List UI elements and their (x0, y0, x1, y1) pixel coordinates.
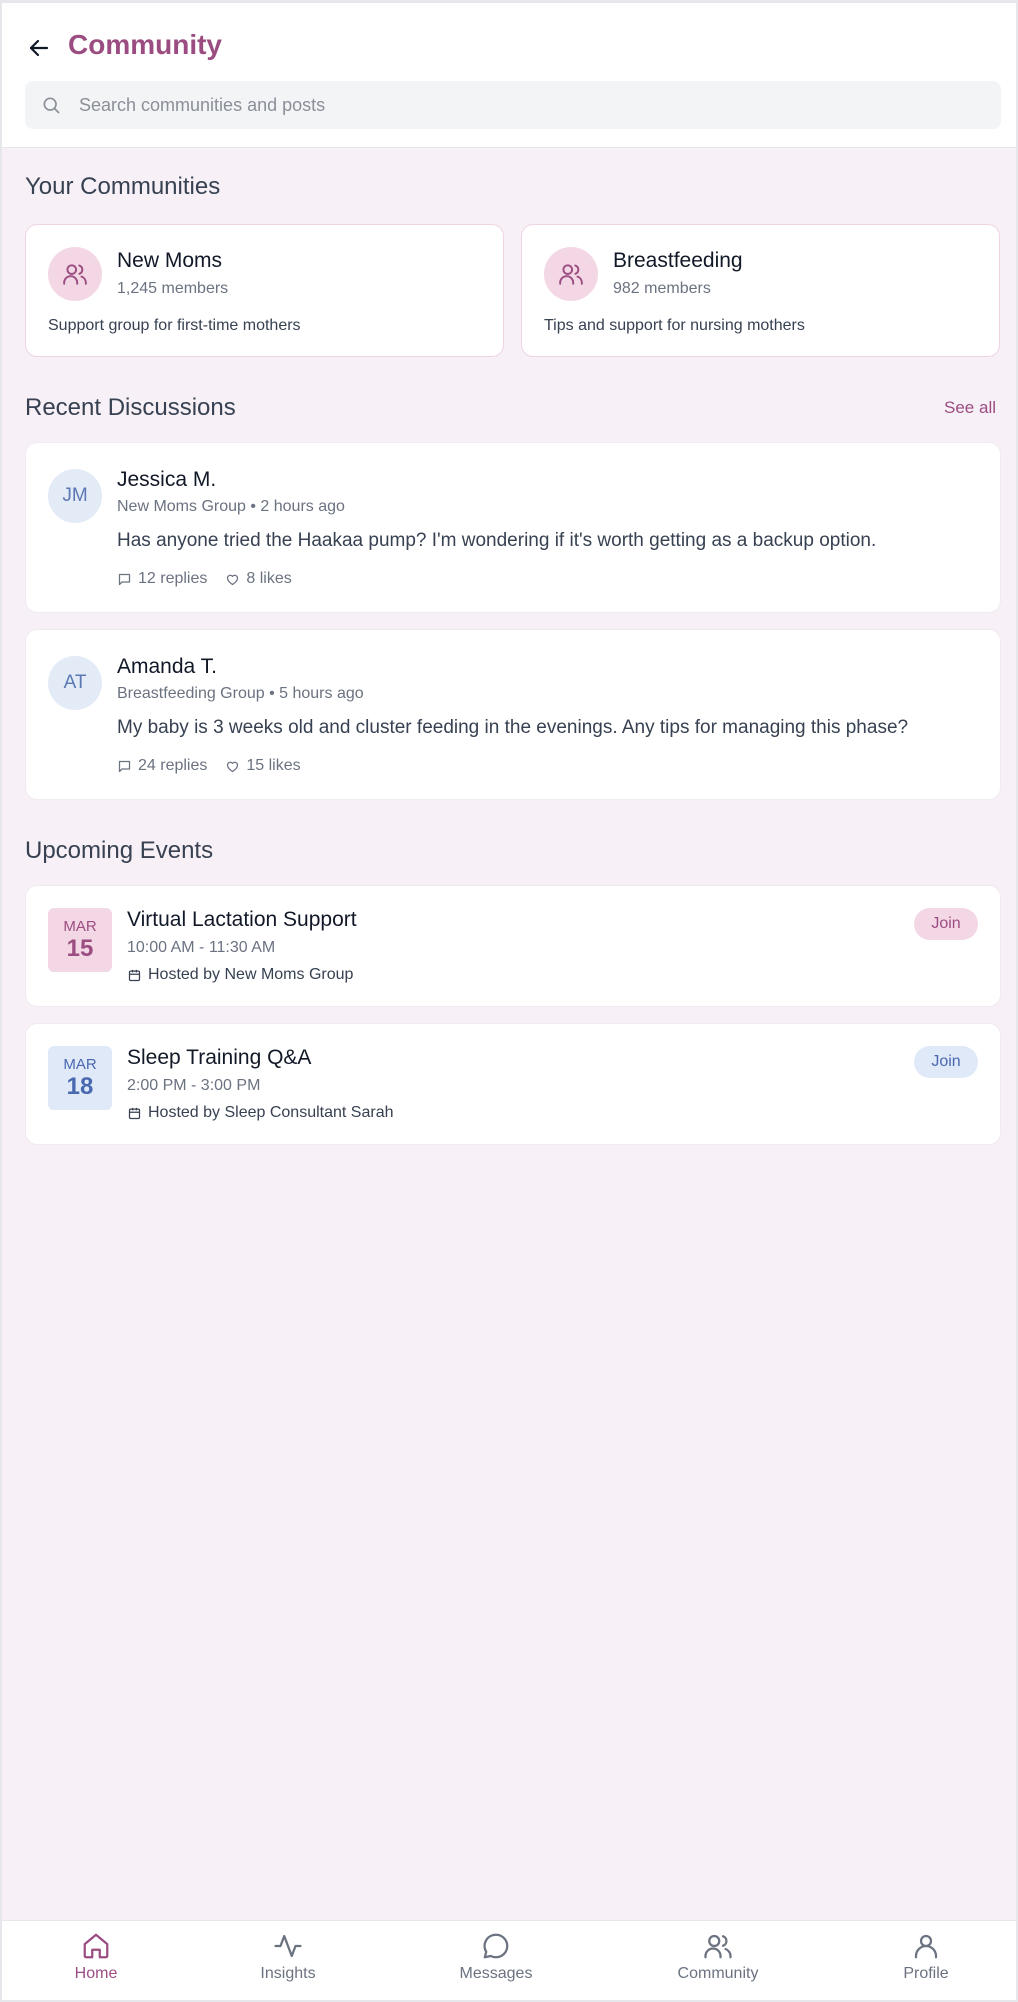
community-card-new-moms[interactable]: New Moms 1,245 members Support group for… (25, 224, 504, 357)
avatar: JM (48, 469, 102, 523)
nav-profile[interactable]: Profile (866, 1931, 986, 1995)
bottom-nav: Home Insights Messages Community Profile (2, 1920, 1016, 2002)
search-bar[interactable] (25, 81, 1001, 129)
likes-button[interactable]: 15 likes (225, 757, 301, 775)
users-icon (63, 264, 87, 285)
avatar: AT (48, 656, 102, 710)
event-title: Sleep Training Q&A (127, 1046, 312, 1069)
discussion-meta: Breastfeeding Group • 5 hours ago (117, 685, 364, 702)
event-day: 15 (66, 934, 94, 962)
event-title: Virtual Lactation Support (127, 908, 357, 931)
upcoming-events-heading: Upcoming Events (25, 837, 214, 864)
activity-icon (274, 1934, 302, 1958)
nav-label: Messages (459, 1965, 533, 1982)
community-members: 982 members (613, 280, 711, 297)
community-avatar (48, 247, 102, 301)
discussion-author: Jessica M. (117, 468, 217, 491)
discussion-text: Has anyone tried the Haakaa pump? I'm wo… (117, 530, 877, 551)
event-host-text: Hosted by Sleep Consultant Sarah (148, 1104, 394, 1121)
arrow-left-icon (29, 39, 49, 57)
your-communities-heading: Your Communities (25, 173, 221, 200)
community-card-breastfeeding[interactable]: Breastfeeding 982 members Tips and suppo… (521, 224, 1000, 357)
community-description: Support group for first-time mothers (48, 317, 301, 334)
nav-label: Home (74, 1965, 118, 1982)
nav-home[interactable]: Home (36, 1931, 156, 1995)
calendar-icon (128, 1107, 141, 1119)
community-avatar (544, 247, 598, 301)
event-card[interactable]: MAR 18 Sleep Training Q&A 2:00 PM - 3:00… (25, 1023, 1001, 1145)
page-title: Community (68, 29, 222, 60)
nav-insights[interactable]: Insights (228, 1931, 348, 1995)
recent-discussions-heading: Recent Discussions (25, 394, 236, 421)
heart-icon (227, 574, 239, 585)
event-time: 2:00 PM - 3:00 PM (127, 1077, 261, 1094)
user-icon (914, 1934, 938, 1959)
comment-icon (118, 573, 131, 585)
replies-count: 24 replies (138, 757, 208, 774)
join-button[interactable]: Join (914, 1046, 978, 1078)
event-date-badge: MAR 18 (48, 1046, 112, 1110)
discussion-card[interactable]: JM Jessica M. New Moms Group • 2 hours a… (25, 442, 1001, 613)
event-host: Hosted by New Moms Group (127, 966, 353, 984)
replies-button[interactable]: 24 replies (117, 757, 207, 775)
home-icon (83, 1933, 109, 1959)
event-host: Hosted by Sleep Consultant Sarah (127, 1104, 393, 1122)
event-date-badge: MAR 15 (48, 908, 112, 972)
app-screen: Community Your Communities New Moms 1,24… (0, 0, 1018, 2002)
event-month: MAR (63, 917, 97, 935)
replies-button[interactable]: 12 replies (117, 570, 207, 588)
back-button[interactable] (24, 33, 54, 63)
event-day: 18 (66, 1072, 94, 1100)
event-time: 10:00 AM - 11:30 AM (127, 939, 276, 956)
nav-community[interactable]: Community (658, 1931, 778, 1995)
likes-count: 8 likes (246, 570, 292, 587)
users-icon (704, 1934, 732, 1959)
discussion-text: My baby is 3 weeks old and cluster feedi… (117, 717, 909, 738)
search-input[interactable] (79, 81, 979, 129)
heart-icon (227, 761, 239, 772)
discussion-stats: 24 replies 15 likes (117, 757, 301, 775)
comment-icon (118, 760, 131, 772)
community-members: 1,245 members (117, 280, 229, 297)
see-all-link[interactable]: See all (944, 398, 996, 418)
community-name: New Moms (117, 249, 223, 272)
likes-button[interactable]: 8 likes (225, 570, 292, 588)
discussion-author: Amanda T. (117, 655, 218, 678)
join-button[interactable]: Join (914, 908, 978, 940)
discussion-card[interactable]: AT Amanda T. Breastfeeding Group • 5 hou… (25, 629, 1001, 800)
nav-label: Community (677, 1965, 759, 1982)
replies-count: 12 replies (138, 570, 208, 587)
event-month: MAR (63, 1055, 97, 1073)
discussion-meta: New Moms Group • 2 hours ago (117, 498, 345, 515)
event-host-text: Hosted by New Moms Group (148, 966, 354, 983)
nav-label: Insights (260, 1965, 316, 1982)
users-icon (559, 264, 583, 285)
nav-messages[interactable]: Messages (436, 1931, 556, 1995)
likes-count: 15 likes (246, 757, 301, 774)
event-card[interactable]: MAR 15 Virtual Lactation Support 10:00 A… (25, 885, 1001, 1007)
nav-label: Profile (903, 1965, 949, 1982)
header: Community (2, 0, 1016, 148)
community-description: Tips and support for nursing mothers (544, 317, 805, 334)
calendar-icon (128, 969, 141, 981)
message-icon (483, 1933, 509, 1959)
discussion-stats: 12 replies 8 likes (117, 570, 292, 588)
search-icon (43, 97, 60, 114)
community-name: Breastfeeding (613, 249, 743, 272)
